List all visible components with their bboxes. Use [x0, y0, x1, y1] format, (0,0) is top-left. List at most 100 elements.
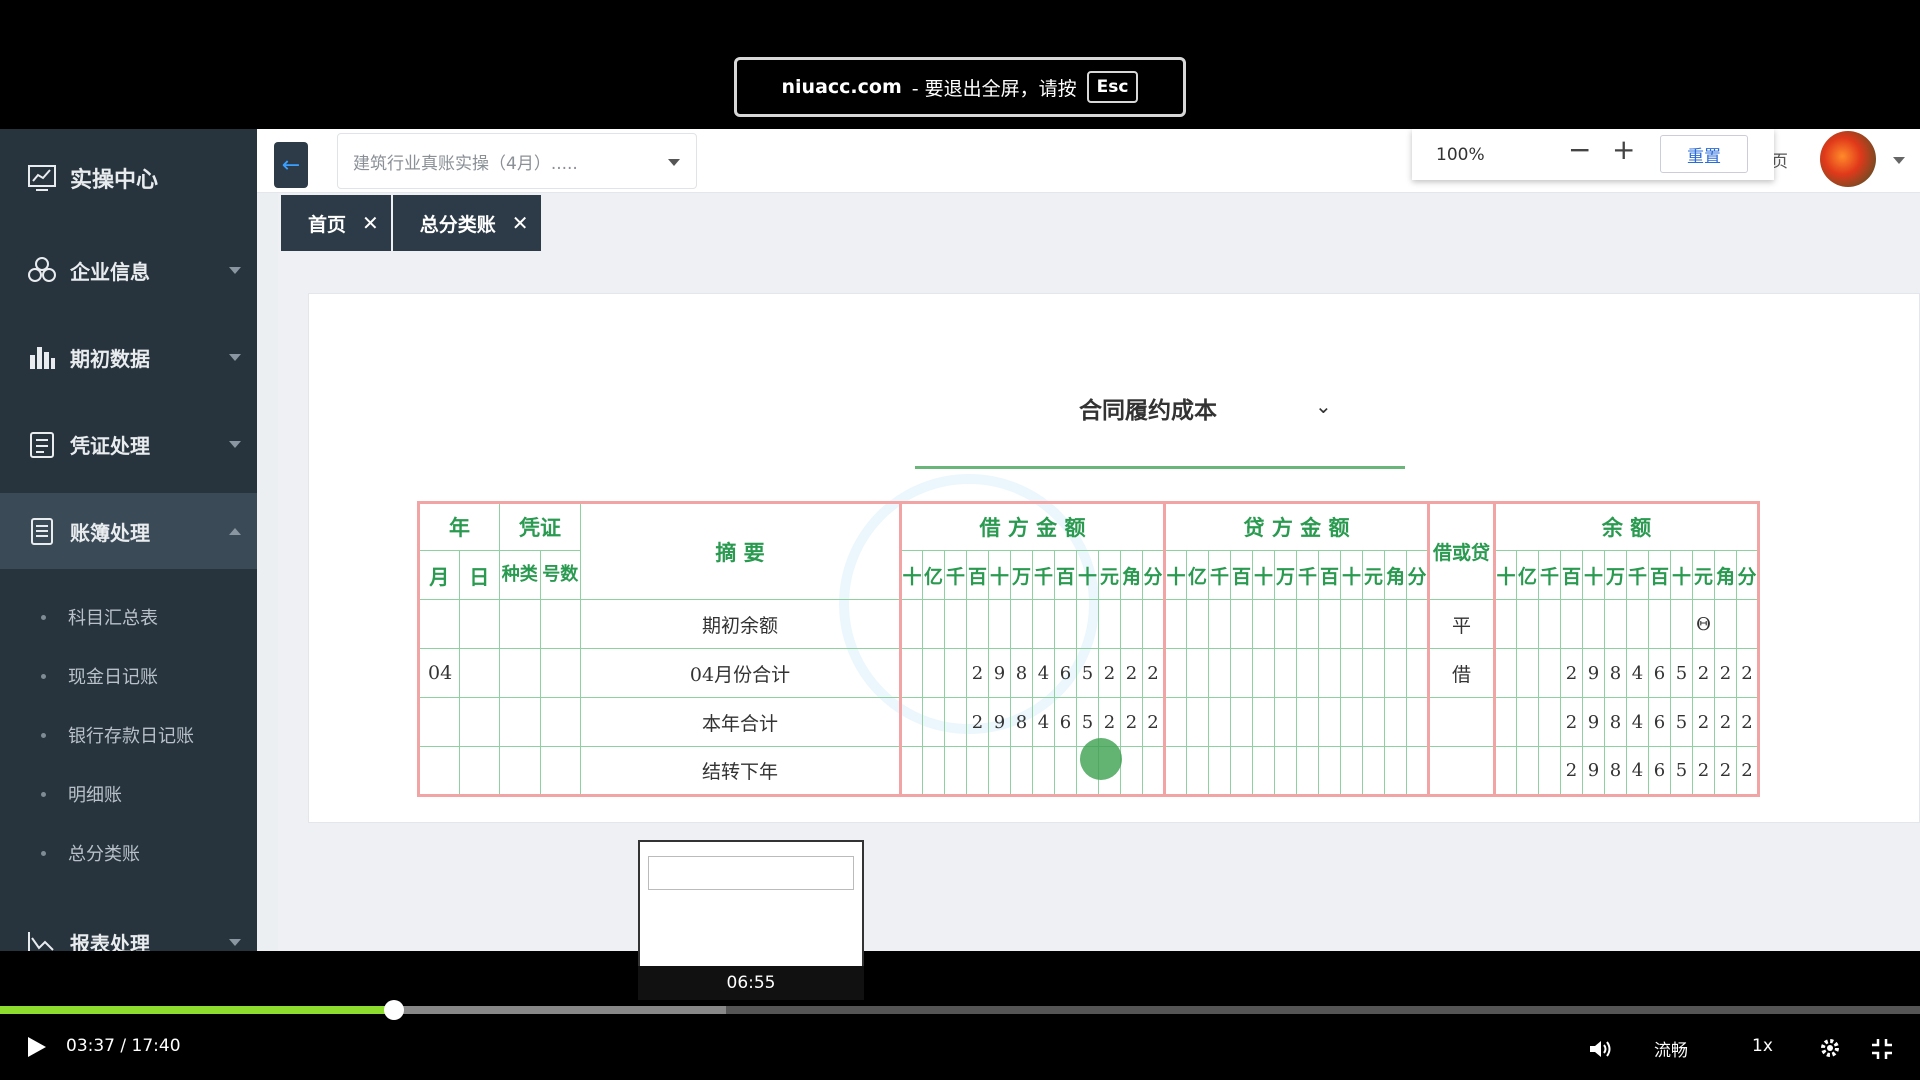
- credit-digit: [1230, 746, 1253, 796]
- scrollbar[interactable]: [260, 129, 278, 951]
- debit-digit: 8: [1010, 648, 1033, 698]
- credit-digit: [1406, 746, 1429, 796]
- play-button[interactable]: [28, 1037, 46, 1057]
- balance-digit: 4: [1626, 648, 1649, 698]
- debit-digit: 2: [1142, 697, 1165, 747]
- chevron-down-icon: [229, 440, 241, 448]
- credit-digit: [1340, 648, 1363, 698]
- sidebar-item-reports[interactable]: 报表处理: [0, 904, 257, 951]
- zoom-in-button[interactable]: +: [1612, 133, 1635, 166]
- cell-direction: [1427, 697, 1496, 747]
- sidebar-sub-general-ledger[interactable]: 总分类账: [0, 825, 257, 881]
- sidebar: 实操中心 企业信息 期初数据 凭证处理 账簿处理 科目汇总表 现金日记账 银行存…: [0, 129, 257, 951]
- sidebar-item-voucher[interactable]: 凭证处理: [0, 406, 257, 482]
- sidebar-item-opening-data[interactable]: 期初数据: [0, 319, 257, 395]
- volume-icon[interactable]: [1588, 1038, 1614, 1060]
- credit-digit: [1163, 746, 1187, 796]
- cell-kind: [499, 746, 541, 796]
- cell-day: [458, 648, 500, 698]
- time-display: 03:37 / 17:40: [66, 1036, 181, 1056]
- chevron-down-icon: [229, 266, 241, 274]
- gear-icon[interactable]: [1818, 1036, 1842, 1060]
- digit-unit-header: 亿: [1186, 550, 1209, 600]
- digit-unit-header: 亿: [922, 550, 945, 600]
- debit-digit: [944, 697, 967, 747]
- digit-unit-header: 百: [1318, 550, 1341, 600]
- balance-digit: [1538, 746, 1561, 796]
- close-icon[interactable]: ✕: [512, 211, 529, 235]
- credit-digit: [1340, 697, 1363, 747]
- close-icon[interactable]: ✕: [362, 211, 379, 235]
- debit-digit: 6: [1054, 648, 1077, 698]
- sidebar-sub-bank-journal[interactable]: 银行存款日记账: [0, 707, 257, 763]
- tab-home[interactable]: 首页 ✕: [281, 195, 391, 251]
- debit-digit: 4: [1032, 648, 1055, 698]
- digit-unit-header: 十: [1163, 550, 1187, 600]
- bar-chart-icon: [30, 347, 55, 369]
- credit-digit: [1163, 599, 1187, 649]
- sidebar-item-ledger[interactable]: 账簿处理: [0, 493, 257, 569]
- balance-digit: 4: [1626, 746, 1649, 796]
- debit-digit: [1142, 599, 1165, 649]
- esc-key: Esc: [1086, 71, 1139, 103]
- balance-digit: 9: [1582, 746, 1605, 796]
- balance-digit: 2: [1714, 697, 1737, 747]
- credit-digit: [1186, 746, 1209, 796]
- balance-digit: [1494, 697, 1517, 747]
- cell-summary: 04月份合计: [580, 648, 901, 698]
- table-row: 本年合计 2 9 8 4 6 5 2 2 2 2 9 8 4 6 5 2 2 2: [418, 697, 1759, 747]
- chevron-down-icon[interactable]: ⌄: [1315, 394, 1332, 418]
- debit-digit: [1010, 599, 1033, 649]
- digit-unit-header: 万: [1010, 550, 1033, 600]
- balance-digit: 8: [1604, 648, 1627, 698]
- thumbnail-content: [648, 856, 854, 890]
- sidebar-item-company-info[interactable]: 企业信息: [0, 232, 257, 308]
- balance-digit: 8: [1604, 697, 1627, 747]
- balance-digit: 6: [1648, 648, 1671, 698]
- progress-handle[interactable]: [383, 1000, 404, 1020]
- sidebar-sub-cash-journal[interactable]: 现金日记账: [0, 648, 257, 704]
- fullscreen-notice: niuacc.com - 要退出全屏，请按 Esc: [734, 57, 1186, 117]
- table-row: 期初余额 平 Θ: [418, 599, 1759, 649]
- credit-digit: [1296, 697, 1319, 747]
- sidebar-sub-detail-ledger[interactable]: 明细账: [0, 766, 257, 822]
- company-icon: [28, 257, 56, 282]
- zoom-out-button[interactable]: −: [1568, 133, 1591, 166]
- zoom-reset-button[interactable]: 重置: [1660, 135, 1748, 173]
- cell-direction: 平: [1427, 599, 1496, 649]
- avatar[interactable]: [1820, 131, 1876, 187]
- collapse-sidebar-button[interactable]: ←: [274, 142, 308, 188]
- speed-button[interactable]: 1x: [1752, 1036, 1773, 1056]
- header-voucher: 凭证: [499, 502, 581, 551]
- sidebar-sub-label: 现金日记账: [68, 667, 158, 688]
- digit-unit-header: 元: [1098, 550, 1121, 600]
- credit-digit: [1252, 746, 1275, 796]
- credit-digit: [1362, 746, 1385, 796]
- quality-button[interactable]: 流畅: [1654, 1036, 1688, 1061]
- credit-digit: [1406, 648, 1429, 698]
- credit-digit: [1274, 648, 1297, 698]
- sidebar-item-practice-center[interactable]: 实操中心: [0, 140, 257, 216]
- digit-unit-header: 十: [1582, 550, 1605, 600]
- account-title[interactable]: 合同履约成本: [1079, 391, 1217, 425]
- sidebar-sub-account-summary[interactable]: 科目汇总表: [0, 589, 257, 645]
- digit-unit-header: 十: [899, 550, 923, 600]
- digit-unit-header: 百: [1230, 550, 1253, 600]
- balance-digit: [1604, 599, 1627, 649]
- zoom-panel: 100% − + 重置: [1412, 129, 1774, 180]
- progress-bar[interactable]: [0, 1006, 1920, 1014]
- header-year: 年: [418, 502, 500, 551]
- fullscreen-exit-icon[interactable]: [1871, 1038, 1893, 1060]
- header-day: 日: [458, 550, 500, 600]
- balance-digit: [1714, 599, 1737, 649]
- chevron-down-icon[interactable]: [1893, 157, 1905, 164]
- credit-digit: [1252, 599, 1275, 649]
- cell-day: [458, 697, 500, 747]
- sidebar-sub-label: 明细账: [68, 785, 122, 806]
- company-select[interactable]: 建筑行业真账实操（4月）.....: [337, 133, 697, 189]
- debit-digit: [1010, 746, 1033, 796]
- credit-digit: [1384, 599, 1407, 649]
- tab-general-ledger[interactable]: 总分类账 ✕: [392, 195, 541, 251]
- table-row: 04 04月份合计 2 9 8 4 6 5 2 2 2 借 2 9 8 4 6 5 2 2 2: [418, 648, 1759, 698]
- ledger-book-icon: [31, 518, 53, 545]
